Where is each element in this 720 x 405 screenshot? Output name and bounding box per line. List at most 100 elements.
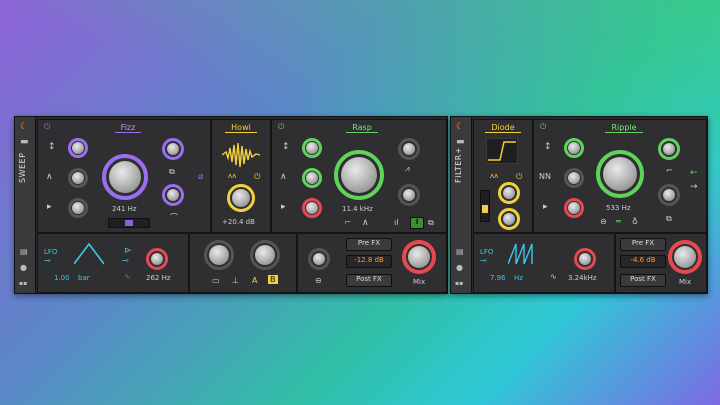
arrow-right-icon[interactable]: → [690,182,698,192]
lfo-shape-icon[interactable] [74,242,104,266]
post-fx-button[interactable]: Post FX [620,274,666,287]
wave-icon[interactable]: ∿ [124,272,131,281]
pre-fx-button[interactable]: Pre FX [620,238,666,251]
lfo-sync-icon[interactable]: ⊸ [480,256,487,265]
device-header-strip: ☾ ▬ FILTER+ ▤ ● ▪▪ [451,117,472,293]
meter-icon[interactable]: ▭ [212,276,220,285]
ab-knob-b[interactable] [255,245,275,265]
lfo-depth-knob[interactable] [579,253,591,265]
lowpass-icon[interactable]: ⌐ [344,218,352,228]
modulator-icon[interactable]: ● [20,263,30,273]
lfo-hz-value: 262 Hz [146,274,171,282]
link-icon[interactable]: ⌀ [198,172,203,182]
ab-knob-a[interactable] [209,245,229,265]
screen-icon[interactable]: ⧉ [666,214,672,224]
ab-b-label[interactable]: B [268,275,278,284]
folder-icon[interactable]: ▬ [20,137,30,147]
diode-switch[interactable] [480,190,490,222]
post-fx-button[interactable]: Post FX [346,274,392,287]
retrig-icon[interactable]: ⊸ [122,256,129,265]
pre-fx-button[interactable]: Pre FX [346,238,392,251]
howl-panel: Howl ʌʌ ⏻ +20.4 dB [211,119,271,233]
ripple-freq-knob[interactable] [603,157,637,191]
device-menu-icon[interactable]: ☾ [456,122,466,132]
expand-icon[interactable]: ▤ [20,247,30,257]
ripple-mode-c-icon[interactable]: ♁ [632,217,638,226]
bars-icon[interactable]: ıl [394,218,398,227]
ripple-panel: ⏻ Ripple ↕ NN ▸ 533 Hz ⊖ ═ ♁ ⌐ ⧉ ← → [533,119,707,233]
rasp-slope-knob[interactable] [306,172,318,184]
lfo-rate-unit[interactable]: Hz [514,274,523,282]
level-value[interactable]: -4.6 dB [620,255,666,268]
howl-title: Howl [212,123,270,133]
rasp-res-knob[interactable] [306,142,318,154]
ripple-env-knob[interactable] [663,143,675,155]
ripple-shape-knob[interactable] [568,172,580,184]
rasp-freq-value: 11.4 kHz [342,205,373,213]
slope-icon: ∧ [46,172,53,182]
rasp-env-knob[interactable] [403,143,415,155]
send-knob[interactable] [313,253,325,265]
howl-mode-icon[interactable]: ʌʌ [228,172,236,180]
level-value[interactable]: -12.8 dB [346,255,392,268]
rasp-drive-knob[interactable] [306,202,318,214]
lfo-sync-icon[interactable]: ⊸ [44,256,51,265]
rasp-mode-toggle[interactable]: Ⅱ [410,217,424,229]
ripple-q-knob[interactable] [663,189,675,201]
fizz-title: Fizz [78,123,178,133]
rasp-q-knob[interactable] [403,189,415,201]
lfo-shape-icon[interactable] [508,242,538,266]
howl-waveform [222,142,260,168]
fizz-freq-knob[interactable] [109,161,141,193]
ab-a-label[interactable]: A [252,276,257,285]
stack-icon[interactable]: ⧉ [428,218,434,228]
mix-label: Mix [413,278,426,286]
fizz-slope-knob[interactable] [72,172,84,184]
power-icon[interactable]: ⏻ [44,123,52,131]
ripple-mode-b-icon[interactable]: ═ [616,217,621,226]
ripple-mode-a-icon[interactable]: ⊖ [600,217,607,226]
diode-curve [486,138,518,164]
bandpass-icon[interactable]: ∧ [362,218,369,228]
fizz-q-knob[interactable] [167,189,179,201]
device-title: SWEEP [18,152,27,183]
trigger-icon[interactable]: ⊳ [124,246,132,256]
modulator-icon[interactable]: ● [456,263,466,273]
ripple-drive-knob[interactable] [568,202,580,214]
env-mode-icon[interactable]: ⧉ [169,167,175,177]
drive-icon: ▸ [47,202,52,212]
env-curve-icon: ⌐ [666,166,673,175]
mix-knob[interactable] [408,246,430,268]
lfo-rate-value: 7.96 [490,274,506,282]
power-icon[interactable]: ⏻ [278,123,286,131]
ripple-res-knob[interactable] [568,142,580,154]
device-menu-icon[interactable]: ☾ [20,122,30,132]
howl-gain-knob[interactable] [232,189,250,207]
device-header-strip: ☾ ▬ SWEEP ▤ ● ▪▪ [15,117,36,293]
fizz-drive-knob[interactable] [72,202,84,214]
howl-gain-value: +20.4 dB [222,218,255,226]
power-icon[interactable]: ⏻ [540,123,548,131]
fizz-res-knob[interactable] [72,142,84,154]
diode-knob-1[interactable] [503,187,515,199]
wave-icon[interactable]: ∿ [550,272,557,281]
howl-power-icon[interactable]: ⏻ [254,173,262,181]
fizz-slider[interactable] [108,218,150,228]
lfo-rate-unit[interactable]: bar [78,274,90,282]
lfo-depth-knob[interactable] [151,253,163,265]
fizz-env-knob[interactable] [167,143,179,155]
diode-knob-2[interactable] [503,213,515,225]
diode-power-icon[interactable]: ⏻ [516,173,524,181]
lfo-panel: LFO ⊸ 1.00 bar ⊳ ⊸ ∿ 262 Hz [37,233,189,293]
rasp-freq-knob[interactable] [341,157,377,193]
diode-mode-icon[interactable]: ʌʌ [490,172,498,180]
link-icon[interactable]: ⊖ [315,276,322,285]
folder-icon[interactable]: ▬ [456,137,466,147]
remote-icon[interactable]: ▪▪ [455,280,465,290]
expand-icon[interactable]: ▤ [456,247,466,257]
device-title: FILTER+ [454,146,463,183]
arrow-left-icon[interactable]: ← [690,168,698,178]
mix-knob[interactable] [674,246,696,268]
env-shape-icon: ⩘ [405,164,410,173]
remote-icon[interactable]: ▪▪ [19,280,29,290]
